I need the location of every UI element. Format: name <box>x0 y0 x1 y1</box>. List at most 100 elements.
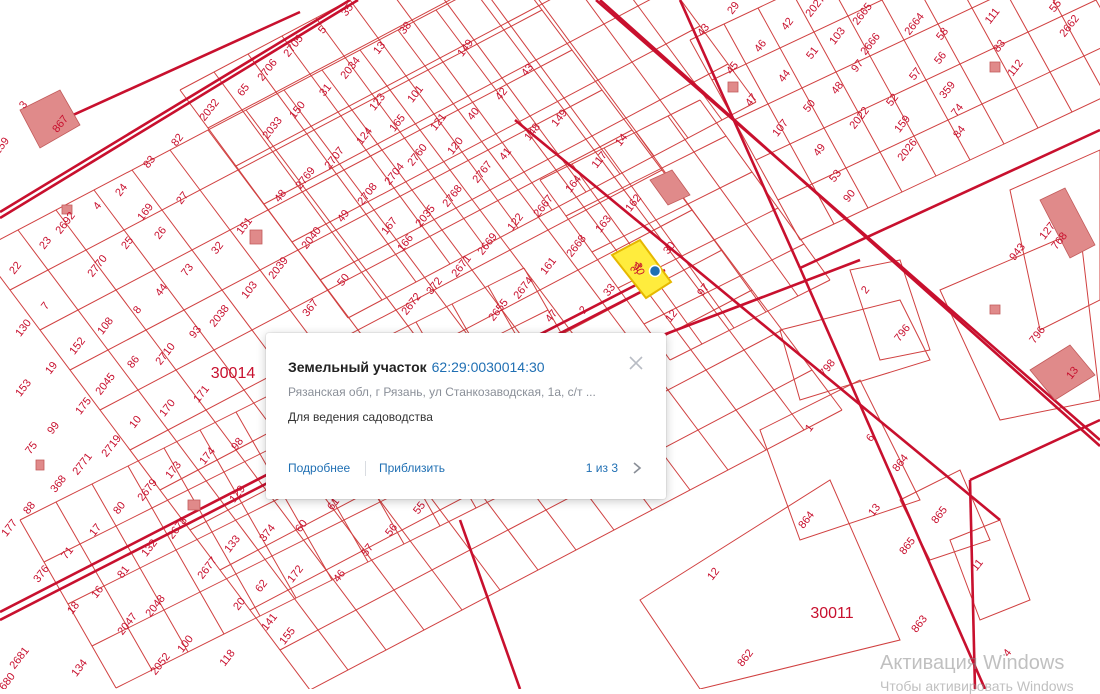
plot-label: 14 <box>613 132 630 149</box>
plot-label: 2022 <box>847 105 872 132</box>
plot-label: 167 <box>379 215 400 237</box>
plot-label: 81 <box>115 564 132 581</box>
plot-label: 107 <box>770 117 791 139</box>
plot-label: 798 <box>817 357 838 379</box>
plot-label: 2035 <box>413 203 438 230</box>
plot-label: 56 <box>932 50 949 67</box>
plot-label: 49 <box>811 142 828 159</box>
plot-label: 48 <box>829 80 846 97</box>
plot-label: 4 <box>91 200 104 212</box>
plot-label: 46 <box>752 38 769 55</box>
plot-label: 2680 <box>0 671 18 689</box>
plot-usage: Для ведения садоводства <box>288 410 433 424</box>
plot-label: 111 <box>983 6 1003 27</box>
plot-label: 24 <box>113 182 130 199</box>
plot-label: 134 <box>69 657 90 679</box>
plot-label: 376 <box>31 563 52 585</box>
plot-label: 58 <box>934 26 951 43</box>
plot-label: 25 <box>119 235 136 252</box>
plot-label: 32 <box>209 240 226 257</box>
plot-label: 42 <box>779 16 796 33</box>
plot-label: 2669 <box>475 231 500 258</box>
plot-label: 22 <box>7 260 24 277</box>
plot-label: 47 <box>743 92 760 109</box>
plot-label: 93 <box>187 324 204 341</box>
link-divider <box>365 461 366 476</box>
plot-label: 163 <box>593 213 614 235</box>
plot-label: 2679 <box>135 477 160 504</box>
plot-label: 108 <box>95 315 116 337</box>
plot-label: 60 <box>293 518 310 535</box>
details-link[interactable]: Подробнее <box>288 461 350 475</box>
plot-label: 2707 <box>322 145 347 172</box>
plot-label: 112 <box>1006 58 1026 79</box>
quarter-label: 30014 <box>211 365 256 382</box>
plot-label: 26 <box>152 225 169 242</box>
plot-label: 2033 <box>260 115 285 142</box>
plot-label: 2045 <box>93 371 118 398</box>
plot-label: 74 <box>949 102 966 119</box>
plot-label: 52 <box>884 92 901 109</box>
plot-label: 864 <box>890 452 911 474</box>
zoom-link[interactable]: Приблизить <box>379 461 445 475</box>
plot-label: 8 <box>131 304 144 316</box>
plot-label: 101 <box>405 83 426 105</box>
plot-label: 155 <box>277 625 298 647</box>
plot-label: 55 <box>1047 0 1064 15</box>
plot-label: 103 <box>827 25 848 47</box>
plot-label: 44 <box>153 282 170 299</box>
plot-label: 7 <box>39 300 52 312</box>
plot-label: 863 <box>909 613 930 635</box>
plot-label: 152 <box>67 335 88 357</box>
plot-label: 368 <box>48 473 69 495</box>
plot-label: 97 <box>849 58 866 75</box>
chevron-right-icon[interactable] <box>630 460 644 476</box>
cadastral-number[interactable]: 62:29:0030014:30 <box>432 359 545 375</box>
plot-label: 359 <box>937 79 958 101</box>
plot-label: 2677 <box>195 555 220 582</box>
location-marker[interactable] <box>648 264 662 278</box>
plot-label: 13 <box>866 502 883 519</box>
plot-label: 42 <box>493 86 510 103</box>
plot-label: 86 <box>125 354 142 371</box>
plot-label: 153 <box>13 377 34 399</box>
plot-label: 75 <box>23 440 40 457</box>
plot-info-popup: Земельный участок 62:29:0030014:30 Рязанс… <box>266 333 666 499</box>
plot-label: 2708 <box>355 181 380 208</box>
plot-label: 865 <box>929 504 950 526</box>
close-icon[interactable] <box>628 355 644 371</box>
plot-label: 171 <box>191 383 212 405</box>
plot-address: Рязанская обл, г Рязань, ул Станкозаводс… <box>288 385 596 399</box>
plot-label: 18 <box>65 600 82 617</box>
plot-label: 169 <box>135 201 156 223</box>
plot-label: 2052 <box>148 651 173 678</box>
plot-label: 149 <box>549 107 570 129</box>
pager-count: 1 из 3 <box>585 461 618 475</box>
plot-label: 19 <box>43 360 60 377</box>
plot-label: 97 <box>695 282 712 299</box>
plot-label: 17 <box>87 522 104 539</box>
plot-label: 130 <box>13 317 34 339</box>
plot-label: 862 <box>735 647 756 669</box>
plot-label: 20 <box>231 596 248 613</box>
plot-label: 88 <box>21 500 38 517</box>
plot-label: 38 <box>397 20 414 37</box>
plot-label: 27 <box>174 190 191 207</box>
plot-label: 47 <box>543 308 560 325</box>
plot-label: 124 <box>354 125 375 147</box>
plot-label: 2 <box>859 284 872 296</box>
plot-label: 2678 <box>165 515 190 542</box>
windows-activation-watermark: Активация Windows <box>880 652 1065 674</box>
plot-label: 99 <box>45 420 62 437</box>
plot-label: 46 <box>331 568 348 585</box>
plot-label: 84 <box>951 124 968 141</box>
plot-label: 2032 <box>197 97 222 124</box>
plot-label: 10 <box>127 414 144 431</box>
plot-label: 5 <box>316 24 329 36</box>
plot-label: 2039 <box>266 255 291 282</box>
plot-label: 2692 <box>53 210 78 237</box>
popup-title-text: Земельный участок <box>288 359 427 375</box>
plot-label: 2771 <box>70 451 95 478</box>
plot-label: 2668 <box>564 233 589 260</box>
plot-label: 174 <box>197 445 218 467</box>
